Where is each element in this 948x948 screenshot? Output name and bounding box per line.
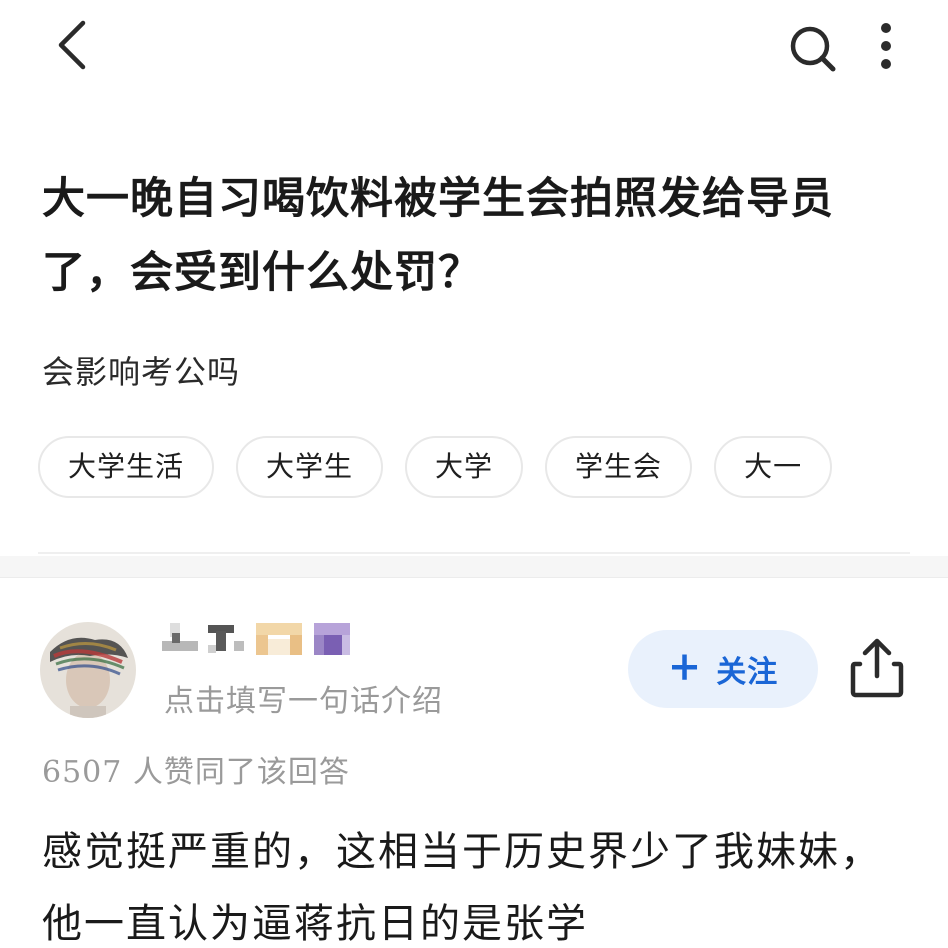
topic-tag[interactable]: 大学 <box>405 436 524 498</box>
upvote-count: 6507 <box>42 755 123 790</box>
share-button[interactable] <box>848 636 906 700</box>
section-separator <box>0 556 948 578</box>
upvote-text: 人赞同了该回答 <box>132 755 350 790</box>
author-avatar[interactable] <box>40 622 136 718</box>
question-description[interactable]: 会影响考公吗 <box>42 350 240 394</box>
search-button[interactable] <box>786 22 838 74</box>
search-icon <box>790 26 836 72</box>
follow-button[interactable]: + 关注 <box>628 630 818 708</box>
top-navigation-bar <box>0 0 948 100</box>
back-button[interactable] <box>50 20 94 70</box>
pixelated-name-block <box>162 623 198 651</box>
content-fade-overlay <box>700 880 948 948</box>
question-title: 大一晚自习喝饮料被学生会拍照发给导员了，会受到什么处罚？ <box>42 174 834 298</box>
more-vertical-icon <box>881 23 891 69</box>
topic-tags: 大学生活 大学生 大学 学生会 大一 <box>38 436 833 498</box>
topic-tag[interactable]: 学生会 <box>545 436 693 498</box>
avatar-image <box>40 622 136 718</box>
author-intro[interactable]: 点击填写一句话介绍 <box>164 680 443 724</box>
upvote-summary: 6507 人赞同了该回答 <box>42 752 350 794</box>
follow-label: 关注 <box>716 655 779 690</box>
topic-tag[interactable]: 大一 <box>714 436 833 498</box>
author-name[interactable] <box>162 618 354 660</box>
plus-icon: + <box>667 643 703 690</box>
pixelated-name-block <box>208 625 244 653</box>
more-options-button[interactable] <box>868 20 904 72</box>
share-icon <box>850 638 904 698</box>
pixelated-name-block <box>256 623 302 655</box>
topic-tag[interactable]: 大学生活 <box>38 436 215 498</box>
divider <box>38 552 910 554</box>
topic-tag[interactable]: 大学生 <box>236 436 384 498</box>
pixelated-name-block <box>314 623 350 655</box>
chevron-left-icon <box>58 20 86 70</box>
